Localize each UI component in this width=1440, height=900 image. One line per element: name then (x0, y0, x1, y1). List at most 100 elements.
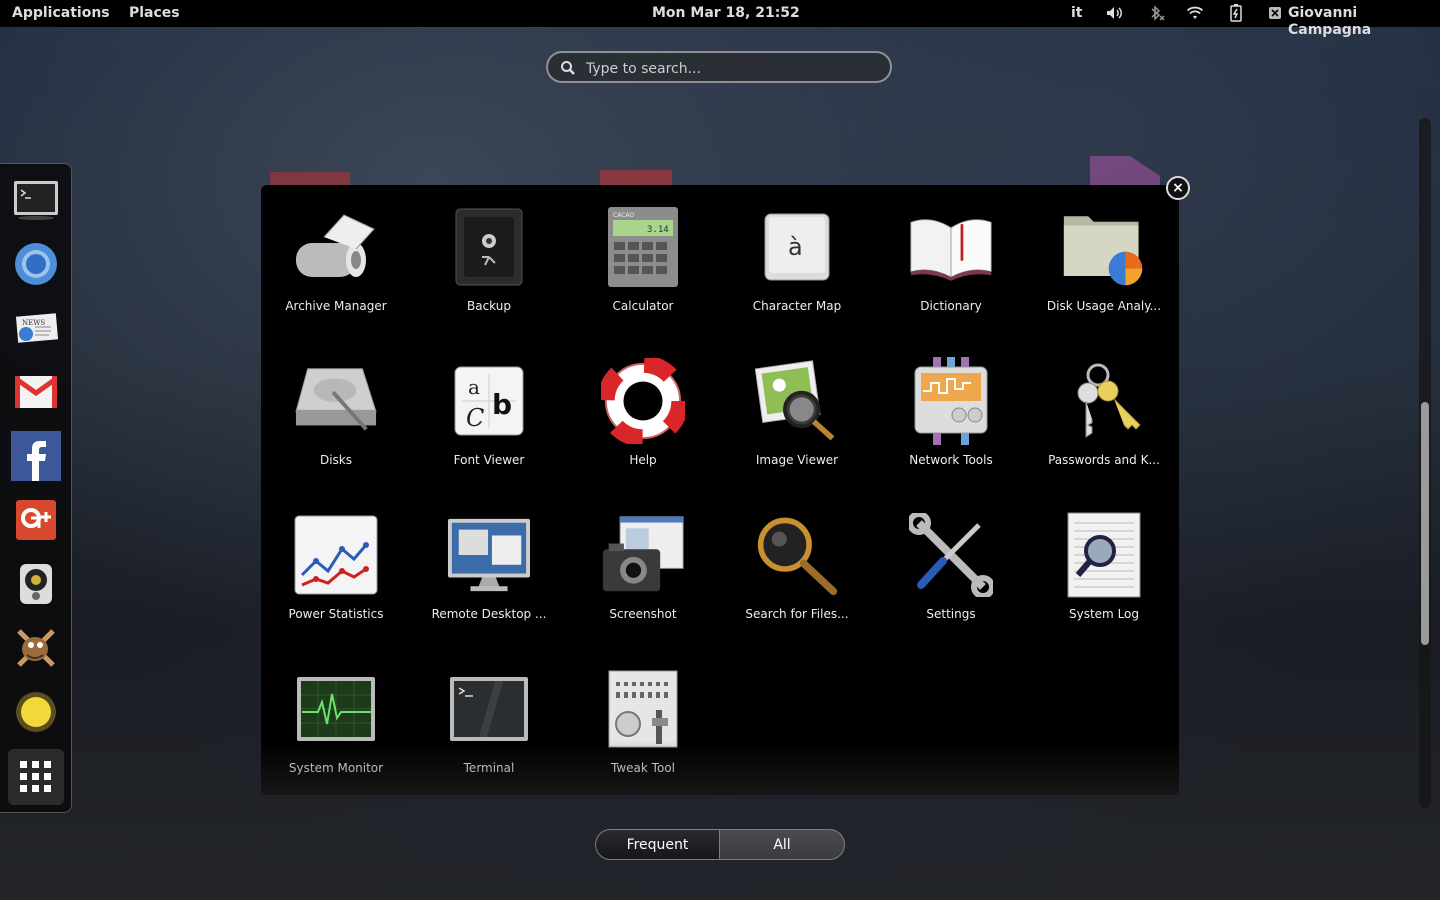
svg-text:NEWS: NEWS (22, 319, 45, 327)
search-box[interactable] (546, 51, 892, 83)
settings-icon (909, 513, 993, 597)
network-tools-icon (909, 357, 993, 445)
app-label: Character Map (752, 299, 842, 313)
app-character-map[interactable]: à Character Map (722, 185, 872, 325)
app-settings[interactable]: Settings (876, 493, 1026, 633)
app-search-for-files[interactable]: Search for Files... (722, 493, 872, 633)
app-terminal[interactable]: Terminal (414, 647, 564, 787)
app-label: Screenshot (609, 607, 677, 621)
top-bar: Applications Places Mon Mar 18, 21:52 it… (0, 0, 1440, 38)
remote-desktop-icon (447, 513, 531, 597)
app-remote-desktop[interactable]: Remote Desktop ... (414, 493, 564, 633)
app-disk-usage-analyzer[interactable]: Disk Usage Analy... (1029, 185, 1179, 325)
dash-terminal-icon[interactable] (8, 172, 64, 228)
view-switcher: Frequent All (595, 829, 845, 860)
svg-text:CACAO: CACAO (613, 212, 634, 219)
terminal-icon (447, 667, 531, 751)
app-backup[interactable]: Backup (414, 185, 564, 325)
dictionary-icon (909, 205, 993, 289)
archive-manager-icon (294, 205, 378, 289)
app-power-statistics[interactable]: Power Statistics (261, 493, 411, 633)
app-disks[interactable]: Disks (261, 339, 411, 479)
clock[interactable]: Mon Mar 18, 21:52 (652, 5, 800, 22)
svg-text:C: C (466, 404, 484, 432)
app-label: Network Tools (909, 453, 993, 467)
app-dictionary[interactable]: Dictionary (876, 185, 1026, 325)
app-label: Dictionary (920, 299, 982, 313)
power-statistics-icon (294, 513, 378, 597)
app-label: System Monitor (288, 761, 384, 775)
app-archive-manager[interactable]: Archive Manager (261, 185, 411, 325)
dash-chromium-icon[interactable] (8, 236, 64, 292)
search-icon (561, 61, 575, 75)
character-map-icon: à (755, 205, 839, 289)
app-label: Help (629, 453, 657, 467)
wifi-icon[interactable] (1186, 4, 1204, 22)
places-menu[interactable]: Places (129, 5, 180, 22)
screenshot-icon (601, 513, 685, 597)
app-screenshot[interactable]: Screenshot (568, 493, 718, 633)
search-for-files-icon (755, 513, 839, 597)
system-monitor-icon (294, 667, 378, 751)
dash-news-icon[interactable]: NEWS (8, 300, 64, 356)
app-passwords-and-keys[interactable]: Passwords and K... (1029, 339, 1179, 479)
close-icon: × (1172, 180, 1184, 196)
app-network-tools[interactable]: Network Tools (876, 339, 1026, 479)
system-log-icon (1062, 512, 1146, 598)
app-font-viewer[interactable]: abC Font Viewer (414, 339, 564, 479)
svg-text:b: b (492, 388, 512, 421)
disk-usage-analyzer-icon (1062, 205, 1146, 289)
user-menu[interactable]: Giovanni Campagna (1288, 5, 1440, 39)
app-grid-scrollbar[interactable] (1419, 118, 1431, 808)
app-label: Disk Usage Analy... (1046, 299, 1162, 313)
search-input[interactable] (584, 58, 878, 80)
applications-menu[interactable]: Applications (12, 5, 110, 22)
disks-icon (294, 359, 378, 443)
scrollbar-thumb[interactable] (1421, 402, 1429, 645)
app-label: Image Viewer (755, 453, 839, 467)
app-label: Remote Desktop ... (431, 607, 547, 621)
passwords-and-keys-icon (1062, 359, 1146, 443)
app-image-viewer[interactable]: Image Viewer (722, 339, 872, 479)
dash-gimp-icon[interactable] (8, 620, 64, 676)
app-label: Archive Manager (285, 299, 387, 313)
app-label: Search for Files... (745, 607, 849, 621)
dash-gmail-icon[interactable] (8, 364, 64, 420)
app-label: Disks (319, 453, 353, 467)
dash-speaker-icon[interactable] (8, 556, 64, 612)
dash: NEWS (0, 163, 72, 813)
dash-facebook-icon[interactable] (8, 428, 64, 484)
close-button[interactable]: × (1166, 176, 1190, 200)
dash-google-plus-icon[interactable] (8, 492, 64, 548)
frequent-button[interactable]: Frequent (595, 829, 720, 860)
volume-icon[interactable] (1106, 4, 1124, 22)
show-applications-button[interactable] (8, 749, 64, 805)
svg-text:à: à (788, 233, 803, 261)
app-system-monitor[interactable]: System Monitor (261, 647, 411, 787)
app-calculator[interactable]: CACAO 3.14 Calculator (568, 185, 718, 325)
app-system-log[interactable]: System Log (1029, 493, 1179, 633)
app-label: Power Statistics (288, 607, 384, 621)
help-icon (601, 358, 685, 444)
app-label: Terminal (463, 761, 515, 775)
app-label: Settings (926, 607, 976, 621)
app-label: Backup (467, 299, 511, 313)
app-label: Passwords and K... (1048, 453, 1160, 467)
svg-text:a: a (468, 375, 480, 399)
keyboard-layout-indicator[interactable]: it (1071, 5, 1083, 22)
app-label: System Log (1069, 607, 1139, 621)
app-tweak-tool[interactable]: Tweak Tool (568, 647, 718, 787)
battery-icon[interactable] (1227, 4, 1245, 22)
app-grid: Archive Manager Backup CACAO 3.14 Calcula… (261, 185, 1179, 795)
all-button[interactable]: All (719, 829, 845, 860)
image-viewer-icon (755, 359, 839, 443)
app-grid-icon (20, 761, 51, 792)
dash-weather-icon[interactable] (8, 684, 64, 740)
app-label: Calculator (612, 299, 674, 313)
app-label: Tweak Tool (611, 761, 675, 775)
tweak-tool-icon (601, 667, 685, 751)
backup-icon (447, 205, 531, 289)
svg-text:3.14: 3.14 (647, 225, 669, 235)
bluetooth-icon[interactable] (1148, 4, 1166, 22)
app-help[interactable]: Help (568, 339, 718, 479)
